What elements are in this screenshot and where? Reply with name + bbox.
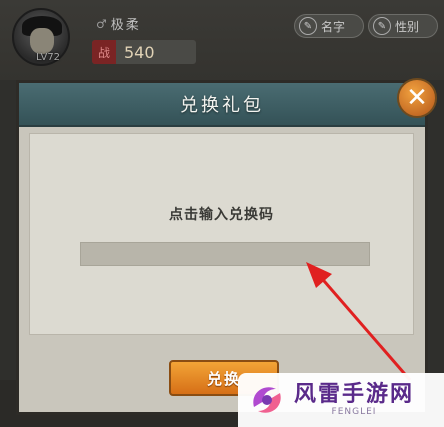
watermark: 风雷手游网 FENGLEI xyxy=(238,373,444,427)
watermark-title: 风雷手游网 xyxy=(294,382,415,407)
watermark-text: 风雷手游网 FENGLEI xyxy=(294,382,415,418)
arrow-shaft xyxy=(316,273,412,381)
annotation-arrow xyxy=(306,262,412,381)
watermark-logo-icon xyxy=(253,387,281,413)
watermark-subtitle: FENGLEI xyxy=(331,407,377,417)
